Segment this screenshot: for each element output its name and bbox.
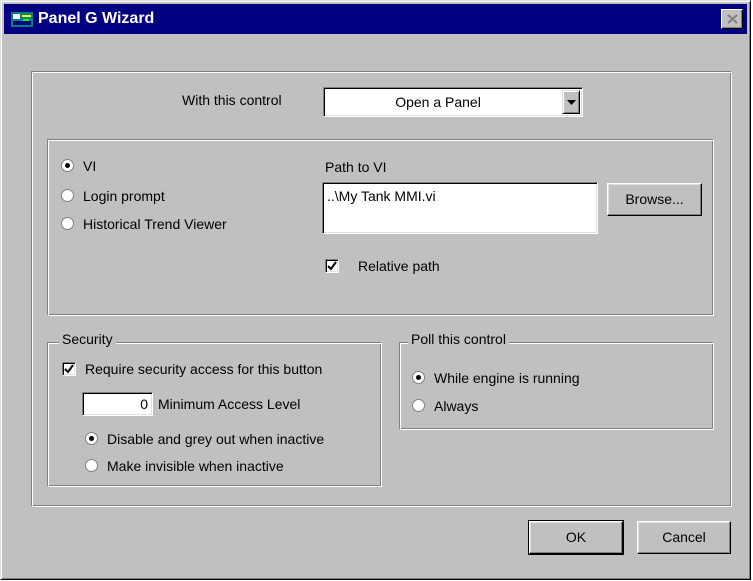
dropdown-button[interactable]	[562, 90, 580, 114]
radio-while-running-label: While engine is running	[434, 370, 580, 386]
poll-legend: Poll this control	[408, 331, 509, 347]
radio-always[interactable]	[412, 399, 425, 412]
radio-login-prompt-label: Login prompt	[83, 188, 165, 204]
radio-trend-viewer-label: Historical Trend Viewer	[83, 216, 227, 232]
wizard-window: Panel G Wizard With this control Open a …	[0, 0, 751, 580]
radio-disable-grey-label: Disable and grey out when inactive	[107, 431, 325, 447]
control-select[interactable]: Open a Panel	[323, 87, 583, 117]
radio-disable-grey[interactable]	[85, 432, 98, 445]
path-value: ..\My Tank MMI.vi	[327, 188, 436, 204]
close-button[interactable]	[721, 9, 743, 29]
with-control-label: With this control	[182, 92, 282, 108]
chevron-down-icon	[567, 100, 576, 105]
ok-button[interactable]: OK	[528, 520, 624, 555]
cancel-button[interactable]: Cancel	[637, 521, 731, 554]
close-icon	[727, 14, 738, 24]
access-level-field[interactable]: 0	[82, 392, 153, 416]
require-security-label: Require security access for this button	[85, 361, 323, 377]
radio-login-prompt[interactable]	[61, 189, 74, 202]
radio-vi[interactable]	[61, 159, 74, 172]
radio-vi-label: VI	[83, 158, 97, 174]
path-label: Path to VI	[325, 159, 387, 175]
radio-while-running[interactable]	[412, 371, 425, 384]
radio-make-invisible-label: Make invisible when inactive	[107, 458, 284, 474]
access-level-label: Minimum Access Level	[158, 396, 301, 412]
radio-trend-viewer[interactable]	[61, 217, 74, 230]
relative-path-checkbox[interactable]	[325, 259, 339, 273]
require-security-checkbox[interactable]	[62, 362, 76, 376]
relative-path-label: Relative path	[358, 258, 440, 274]
radio-make-invisible[interactable]	[85, 459, 98, 472]
path-field[interactable]: ..\My Tank MMI.vi	[322, 182, 598, 234]
title-bar[interactable]: Panel G Wizard	[4, 4, 747, 34]
control-select-value: Open a Panel	[395, 94, 481, 110]
access-level-value: 0	[140, 396, 148, 412]
browse-button[interactable]: Browse...	[607, 183, 702, 216]
radio-always-label: Always	[434, 398, 479, 414]
panel-wizard-icon	[11, 12, 33, 27]
window-title: Panel G Wizard	[38, 10, 155, 27]
security-legend: Security	[59, 331, 116, 347]
